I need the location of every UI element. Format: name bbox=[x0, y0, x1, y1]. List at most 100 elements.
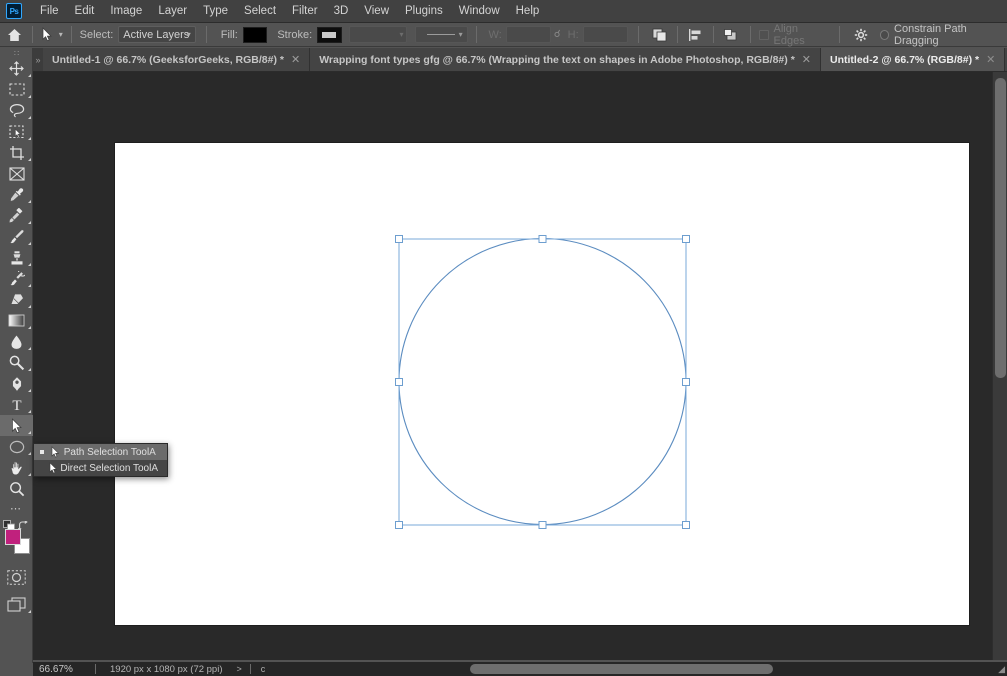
eraser-tool[interactable] bbox=[0, 289, 33, 310]
menu-image[interactable]: Image bbox=[102, 2, 150, 20]
width-input[interactable] bbox=[505, 26, 551, 43]
stroke-width-field[interactable]: ▾ bbox=[349, 26, 408, 43]
gear-icon[interactable] bbox=[850, 25, 873, 45]
document-tab-untitled-1[interactable]: Untitled-1 @ 66.7% (GeeksforGeeks, RGB/8… bbox=[43, 48, 311, 71]
menu-window[interactable]: Window bbox=[451, 2, 508, 20]
height-input[interactable] bbox=[582, 26, 628, 43]
close-icon[interactable]: ✕ bbox=[802, 53, 811, 66]
object-selection-tool[interactable] bbox=[0, 121, 33, 142]
menu-edit[interactable]: Edit bbox=[67, 2, 103, 20]
document-canvas[interactable] bbox=[115, 143, 969, 625]
screen-mode-icon[interactable] bbox=[0, 594, 33, 615]
crop-tool[interactable] bbox=[0, 142, 33, 163]
document-tab-wrapping-font-types[interactable]: Wrapping font types gfg @ 66.7% (Wrappin… bbox=[310, 48, 821, 71]
clone-stamp-tool[interactable] bbox=[0, 247, 33, 268]
active-tool-icon[interactable] bbox=[37, 25, 58, 45]
pen-tool[interactable] bbox=[0, 373, 33, 394]
select-dropdown[interactable]: Active Layers ▾ bbox=[118, 26, 196, 43]
menu-select[interactable]: Select bbox=[236, 2, 284, 20]
photoshop-window: Ps File Edit Image Layer Type Select Fil… bbox=[0, 0, 1007, 676]
flyout-item-direct-selection-tool[interactable]: Direct Selection Tool A bbox=[34, 460, 167, 476]
horizontal-scrollbar[interactable]: ◢ bbox=[400, 662, 1007, 676]
options-bar: ▾ Select: Active Layers ▾ Fill: Stroke: … bbox=[0, 23, 1007, 47]
menu-layer[interactable]: Layer bbox=[150, 2, 195, 20]
tab-label: Wrapping font types gfg @ 66.7% (Wrappin… bbox=[319, 53, 795, 66]
blur-tool[interactable] bbox=[0, 331, 33, 352]
chevron-down-icon: ▾ bbox=[458, 30, 463, 39]
divider bbox=[712, 26, 714, 43]
menu-filter[interactable]: Filter bbox=[284, 2, 326, 20]
divider bbox=[838, 26, 840, 43]
zoom-tool[interactable] bbox=[0, 478, 33, 499]
flyout-item-path-selection-tool[interactable]: Path Selection Tool A bbox=[34, 444, 167, 460]
menu-bar: Ps File Edit Image Layer Type Select Fil… bbox=[0, 0, 1007, 23]
foreground-color-swatch[interactable] bbox=[5, 529, 21, 545]
flyout-triangle-icon bbox=[28, 137, 31, 140]
tab-label: Untitled-2 @ 66.7% (RGB/8#) * bbox=[830, 53, 980, 66]
flyout-item-shortcut: A bbox=[149, 446, 156, 458]
constrain-path-dragging-label: Constrain Path Dragging bbox=[894, 22, 967, 47]
ellipse-tool[interactable] bbox=[0, 436, 33, 457]
divider bbox=[205, 26, 207, 43]
frame-tool[interactable] bbox=[0, 163, 33, 184]
width-label: W: bbox=[488, 28, 502, 41]
menu-type[interactable]: Type bbox=[195, 2, 236, 20]
path-selection-arrow-icon bbox=[48, 446, 64, 458]
tab-bar-grip[interactable]: » bbox=[33, 48, 43, 71]
rectangular-marquee-tool[interactable] bbox=[0, 79, 33, 100]
divider bbox=[750, 26, 752, 43]
flyout-triangle-icon bbox=[28, 116, 31, 119]
path-operations-icon[interactable] bbox=[649, 25, 672, 45]
move-tool[interactable] bbox=[0, 58, 33, 79]
tools-panel-grip[interactable]: ∷ bbox=[0, 48, 32, 58]
menu-help[interactable]: Help bbox=[508, 2, 548, 20]
close-icon[interactable]: ✕ bbox=[291, 53, 300, 66]
path-arrangement-icon[interactable] bbox=[720, 25, 743, 45]
svg-text:T: T bbox=[12, 398, 21, 412]
flyout-triangle-icon bbox=[28, 263, 31, 266]
stroke-label: Stroke: bbox=[277, 28, 313, 41]
chain-link-icon[interactable]: ☌ bbox=[554, 29, 561, 40]
vertical-scrollbar-thumb[interactable] bbox=[995, 78, 1006, 378]
select-label: Select: bbox=[79, 28, 114, 41]
edit-toolbar-ellipsis-icon[interactable]: ⋯ bbox=[0, 499, 32, 517]
canvas-area[interactable] bbox=[33, 72, 992, 660]
stroke-style-dropdown[interactable]: ▾ bbox=[414, 26, 468, 43]
menu-3d[interactable]: 3D bbox=[326, 2, 357, 20]
lasso-tool[interactable] bbox=[0, 100, 33, 121]
gradient-tool[interactable] bbox=[0, 310, 33, 331]
quick-mask-icon[interactable] bbox=[0, 567, 33, 588]
divider bbox=[475, 26, 477, 43]
horizontal-scrollbar-thumb[interactable] bbox=[470, 664, 773, 674]
align-edges-checkbox[interactable] bbox=[759, 29, 769, 40]
horizontal-type-tool[interactable]: T bbox=[0, 394, 33, 415]
resize-grip-icon[interactable]: ◢ bbox=[998, 664, 1005, 675]
flyout-item-label: Direct Selection Tool bbox=[60, 462, 152, 474]
tool-preset-chevron-down-icon[interactable]: ▾ bbox=[59, 30, 63, 39]
document-tab-untitled-2[interactable]: Untitled-2 @ 66.7% (RGB/8#) * ✕ bbox=[821, 48, 1006, 71]
fill-label: Fill: bbox=[220, 28, 238, 41]
stroke-dash-style-icon bbox=[427, 34, 456, 35]
constrain-path-dragging-checkbox[interactable] bbox=[879, 29, 890, 40]
menu-plugins[interactable]: Plugins bbox=[397, 2, 451, 20]
tools-panel: ∷ T ⋯ bbox=[0, 48, 33, 663]
menu-file[interactable]: File bbox=[32, 2, 67, 20]
path-selection-tool[interactable] bbox=[0, 415, 33, 436]
stroke-color-swatch[interactable] bbox=[317, 26, 342, 43]
flyout-triangle-icon bbox=[28, 200, 31, 203]
fill-color-swatch[interactable] bbox=[242, 26, 268, 43]
dodge-tool[interactable] bbox=[0, 352, 33, 373]
vertical-scrollbar[interactable] bbox=[992, 72, 1007, 660]
eyedropper-tool[interactable] bbox=[0, 184, 33, 205]
brush-tool[interactable] bbox=[0, 226, 33, 247]
menu-view[interactable]: View bbox=[356, 2, 397, 20]
path-selection-flyout-menu[interactable]: Path Selection Tool A Direct Selection T… bbox=[33, 443, 168, 477]
spot-healing-brush-tool[interactable] bbox=[0, 205, 33, 226]
close-icon[interactable]: ✕ bbox=[986, 53, 995, 66]
hand-tool[interactable] bbox=[0, 457, 33, 478]
home-icon[interactable] bbox=[0, 28, 28, 42]
path-alignment-icon[interactable] bbox=[684, 25, 707, 45]
flyout-triangle-icon bbox=[28, 389, 31, 392]
history-brush-tool[interactable] bbox=[0, 268, 33, 289]
photoshop-logo-icon: Ps bbox=[6, 3, 22, 19]
